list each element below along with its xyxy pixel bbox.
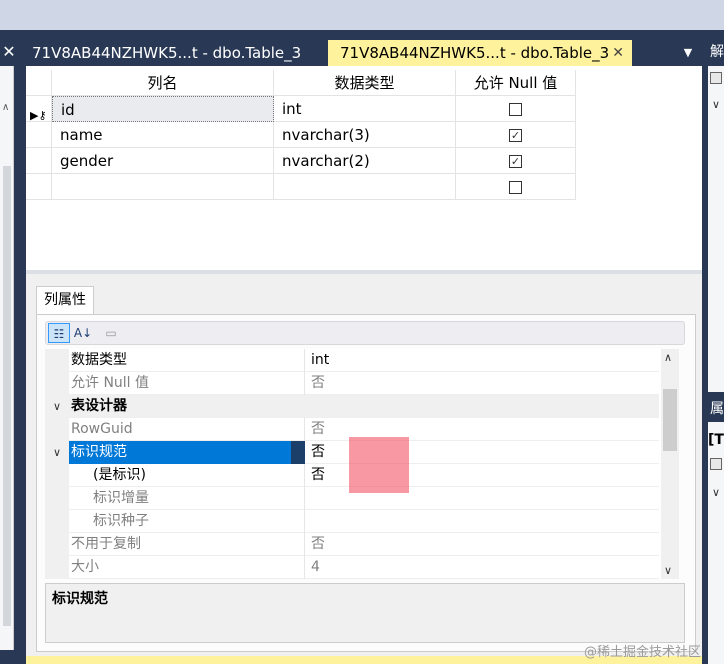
solution-explorer-header[interactable]: 解 (708, 38, 724, 66)
allow-null-checkbox[interactable]: ✓ (509, 155, 522, 168)
watermark: @稀土掘金技术社区 (584, 645, 702, 660)
left-panel: ∧ ∨ (0, 66, 14, 650)
property-pages-icon[interactable]: ▭ (100, 323, 122, 343)
row-gutter (45, 487, 69, 510)
selection-edge (291, 441, 305, 464)
allow-null-checkbox[interactable]: ✓ (509, 129, 522, 142)
column-header-type[interactable]: 数据类型 (274, 70, 456, 96)
left-scroll-thumb[interactable] (3, 166, 11, 626)
allow-null-cell: ✓ (456, 122, 576, 148)
left-scroll-up-icon[interactable]: ∧ (2, 102, 9, 113)
column-name-cell[interactable]: id (52, 96, 274, 122)
property-value (305, 395, 659, 418)
tab-column-properties[interactable]: 列属性 (36, 286, 94, 314)
left-panel-close-icon[interactable]: ✕ (0, 38, 18, 66)
property-value[interactable]: 否 (305, 372, 659, 395)
row-selector[interactable] (26, 148, 52, 174)
row-gutter (45, 372, 69, 395)
row-gutter (45, 418, 69, 441)
collapse-chevron-icon[interactable]: ∨ (45, 395, 69, 418)
column-name-cell[interactable]: gender (52, 148, 274, 174)
row-gutter (45, 349, 69, 372)
property-value[interactable] (305, 510, 659, 533)
allow-null-checkbox[interactable] (509, 103, 522, 116)
column-name-cell[interactable]: name (52, 122, 274, 148)
property-category[interactable]: ∨ 表设计器 (45, 395, 659, 418)
row-gutter (45, 533, 69, 556)
property-scrollbar[interactable]: ∧ ∨ (661, 349, 679, 579)
annotation-highlight (349, 437, 409, 493)
property-row[interactable]: 数据类型 int (45, 349, 659, 372)
row-selector[interactable] (26, 174, 52, 200)
property-name: 标识规范 (69, 441, 305, 464)
property-row[interactable]: 不用于复制 否 (45, 533, 659, 556)
property-name: 数据类型 (69, 349, 305, 372)
tab-table3-active[interactable]: 71V8AB44NZHWK5...t - dbo.Table_3 ✕ (328, 40, 632, 66)
toolbar-icon[interactable] (710, 458, 722, 470)
column-name-cell[interactable] (52, 174, 274, 200)
property-row[interactable]: 大小 4 (45, 556, 659, 579)
chevron-down-icon[interactable]: ∨ (712, 486, 720, 499)
data-type-cell[interactable]: nvarchar(3) (274, 122, 456, 148)
row-header-corner (26, 70, 52, 96)
data-type-cell[interactable]: int (274, 96, 456, 122)
scroll-thumb[interactable] (663, 389, 677, 451)
property-value[interactable]: int (305, 349, 659, 372)
tab-table3-inactive[interactable]: 71V8AB44NZHWK5...t - dbo.Table_3 (20, 40, 328, 66)
window-top-strip (0, 0, 724, 30)
column-header-allow-null[interactable]: 允许 Null 值 (456, 70, 576, 96)
property-name: (是标识) (69, 464, 305, 487)
property-description-box: 标识规范 (45, 583, 685, 643)
close-icon[interactable]: ✕ (612, 40, 624, 66)
property-name: 标识增量 (69, 487, 305, 510)
description-title: 标识规范 (52, 591, 108, 607)
property-value[interactable]: 否 (305, 533, 659, 556)
property-name: 不用于复制 (69, 533, 305, 556)
property-value[interactable]: 4 (305, 556, 659, 579)
properties-box: ☷ A↓ ▭ 数据类型 int 允许 Null 值 否 ∨ 表设计器 RowGu… (36, 314, 696, 652)
row-selector[interactable]: ▶⚷ (26, 96, 52, 122)
row-selector[interactable] (26, 122, 52, 148)
row-gutter (45, 556, 69, 579)
allow-null-cell: ✓ (456, 148, 576, 174)
scroll-up-icon[interactable]: ∧ (664, 351, 672, 364)
data-type-cell[interactable]: nvarchar(2) (274, 148, 456, 174)
column-header-name[interactable]: 列名 (52, 70, 274, 96)
column-properties-panel: 列属性 ☷ A↓ ▭ 数据类型 int 允许 Null 值 否 ∨ 表设计器 R… (26, 274, 702, 656)
table-designer: 列名 数据类型 允许 Null 值 ▶⚷ id int name nvarcha… (26, 66, 702, 656)
tab-menu-icon[interactable]: ▼ (676, 40, 700, 66)
tab-label: 71V8AB44NZHWK5...t - dbo.Table_3 (340, 44, 610, 62)
alphabetical-sort-icon[interactable]: A↓ (72, 323, 94, 343)
property-grid: 数据类型 int 允许 Null 值 否 ∨ 表设计器 RowGuid 否 ∨ … (45, 349, 679, 579)
property-name: 标识种子 (69, 510, 305, 533)
toolbar-icon[interactable] (710, 72, 722, 84)
property-row[interactable]: 标识种子 (45, 510, 659, 533)
property-name: RowGuid (69, 418, 305, 441)
category-name: 表设计器 (71, 398, 127, 414)
right-panel: 解 ∨ 属 [T ∨ (708, 38, 724, 664)
collapse-chevron-icon[interactable]: ∨ (45, 441, 69, 464)
property-name: 大小 (69, 556, 305, 579)
allow-null-cell (456, 96, 576, 122)
allow-null-cell (456, 174, 576, 200)
properties-window-header[interactable]: 属 (708, 396, 724, 422)
allow-null-checkbox[interactable] (509, 181, 522, 194)
property-row[interactable]: 允许 Null 值 否 (45, 372, 659, 395)
property-name: 允许 Null 值 (69, 372, 305, 395)
row-gutter (45, 510, 69, 533)
chevron-down-icon[interactable]: ∨ (712, 98, 720, 111)
data-type-cell[interactable] (274, 174, 456, 200)
properties-toolbar: ☷ A↓ ▭ (45, 321, 685, 345)
scroll-down-icon[interactable]: ∨ (664, 564, 672, 577)
row-gutter (45, 464, 69, 487)
properties-object-label: [T (708, 432, 724, 448)
categorized-view-icon[interactable]: ☷ (48, 323, 70, 343)
